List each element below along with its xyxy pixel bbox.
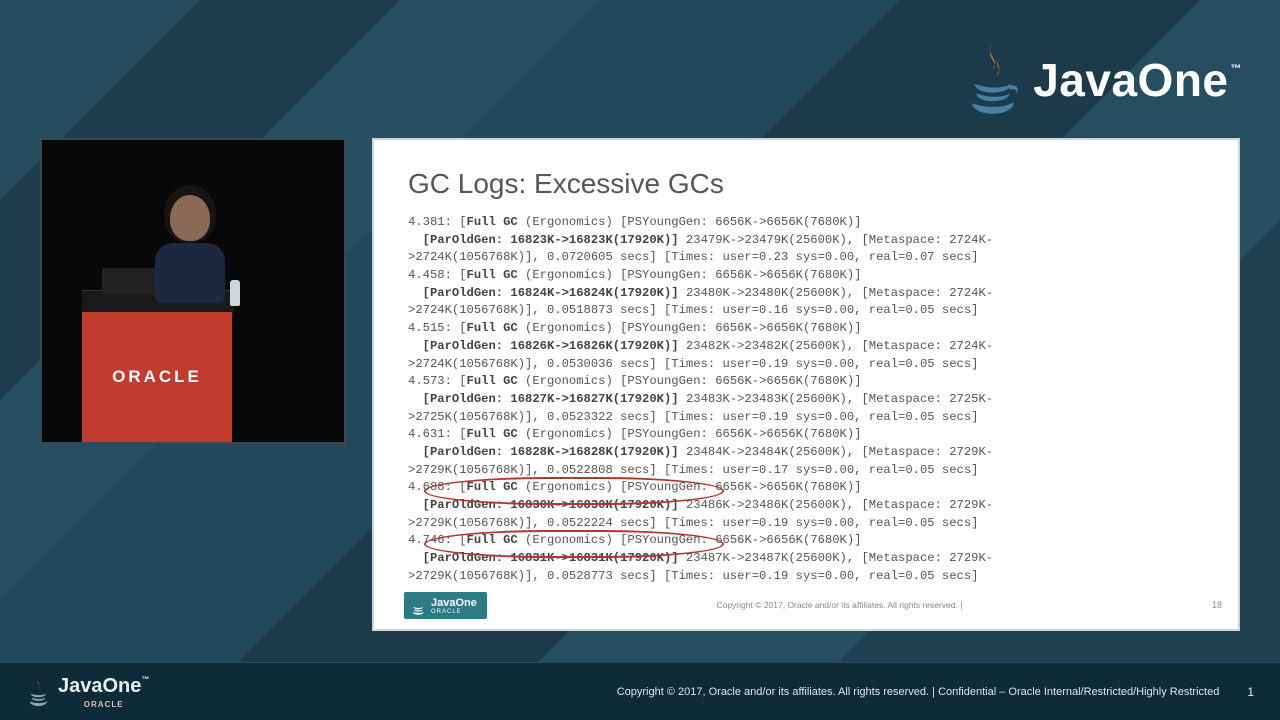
bottom-bar: JavaOne™ ORACLE Copyright © 2017, Oracle… — [0, 662, 1280, 720]
slide-page-number: 18 — [1192, 600, 1222, 610]
top-logo-text: JavaOne™ — [1033, 53, 1240, 107]
bottom-javaone-logo: JavaOne™ ORACLE — [26, 675, 149, 709]
speaker-video: ORACLE — [40, 138, 346, 444]
gc-log-entry: 4.515: [Full GC (Ergonomics) [PSYoungGen… — [408, 320, 1204, 373]
page-root: JavaOne™ ORACLE GC Logs: Excessive GCs 4… — [0, 0, 1280, 720]
slide-panel: GC Logs: Excessive GCs 4.381: [Full GC (… — [372, 138, 1240, 631]
gc-log-entry: 4.458: [Full GC (Ergonomics) [PSYoungGen… — [408, 267, 1204, 320]
gc-log-entry: 4.573: [Full GC (Ergonomics) [PSYoungGen… — [408, 373, 1204, 426]
top-javaone-logo: JavaOne™ — [963, 40, 1240, 120]
slide-footer-copyright: Copyright © 2017, Oracle and/or its affi… — [487, 600, 1192, 610]
gc-log-entry: 4.688: [Full GC (Ergonomics) [PSYoungGen… — [408, 479, 1204, 532]
podium: ORACLE — [82, 312, 232, 442]
slide-footer: JavaOne ORACLE Copyright © 2017, Oracle … — [374, 587, 1238, 623]
slide-title: GC Logs: Excessive GCs — [408, 168, 1204, 200]
java-cup-icon — [410, 596, 426, 616]
bottom-legal-text: Copyright © 2017, Oracle and/or its affi… — [617, 686, 1220, 698]
gc-log-entry: 4.381: [Full GC (Ergonomics) [PSYoungGen… — [408, 214, 1204, 267]
java-cup-icon — [26, 676, 50, 708]
slide-footer-badge: JavaOne ORACLE — [404, 592, 487, 619]
java-cup-icon — [963, 40, 1021, 120]
gc-log-entry: 4.746: [Full GC (Ergonomics) [PSYoungGen… — [408, 532, 1204, 585]
gc-log-entry: 4.631: [Full GC (Ergonomics) [PSYoungGen… — [408, 426, 1204, 479]
bottom-page-number: 1 — [1247, 685, 1254, 699]
presenter-figure — [150, 195, 230, 295]
podium-label: ORACLE — [112, 367, 202, 387]
gc-log-block: 4.381: [Full GC (Ergonomics) [PSYoungGen… — [408, 214, 1204, 585]
